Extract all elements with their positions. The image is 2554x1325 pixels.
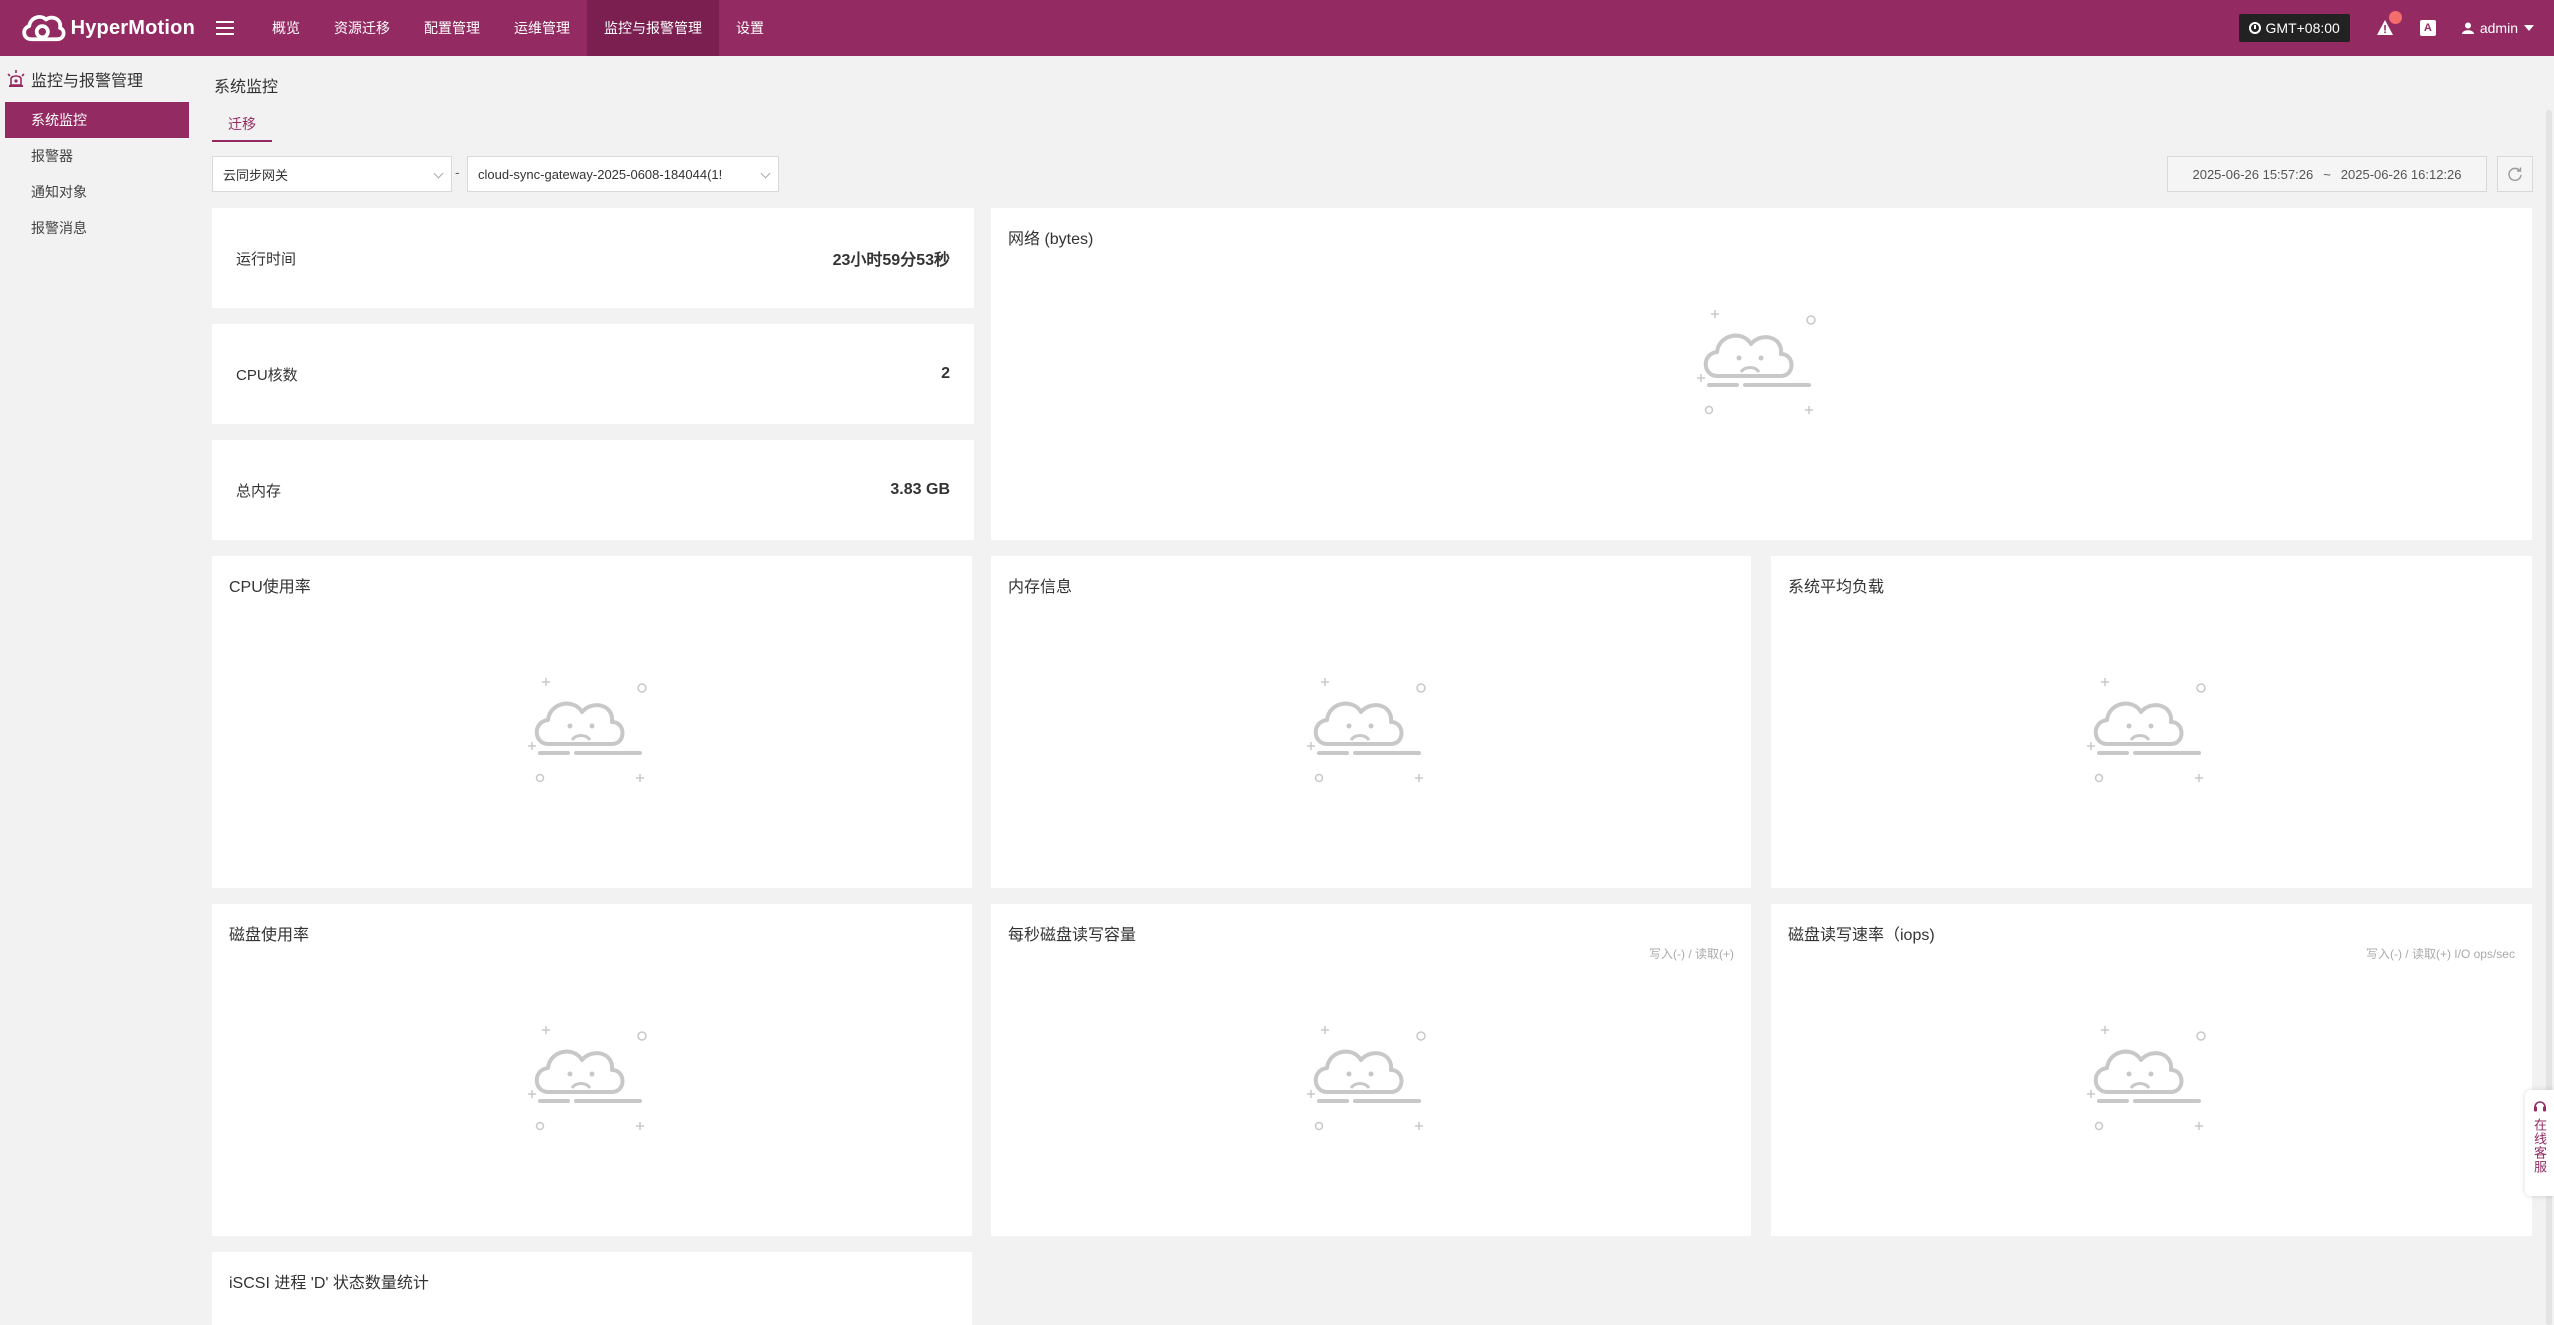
- sidebar: 监控与报警管理 系统监控 报警器 通知对象 报警消息: [0, 56, 196, 1325]
- stat-label: CPU核数: [236, 366, 298, 384]
- no-data-cloud-icon: [2085, 1024, 2207, 1132]
- refresh-button[interactable]: [2497, 156, 2533, 192]
- date-range-picker[interactable]: 2025-06-26 15:57:26 ~ 2025-06-26 16:12:2…: [2167, 156, 2487, 192]
- sidebar-item-notify-targets[interactable]: 通知对象: [5, 174, 189, 210]
- stat-card-cpu-cores: CPU核数 2: [212, 324, 974, 424]
- chart-card-cpu: CPU使用率: [212, 556, 972, 888]
- top-bar: HyperMotion 概览 资源迁移 配置管理 运维管理 监控与报警管理 设置…: [0, 0, 2554, 56]
- chevron-down-icon: [760, 168, 771, 179]
- alarm-light-icon: [7, 70, 25, 87]
- chart-title: 网络 (bytes): [1008, 231, 1094, 248]
- language-icon[interactable]: A: [2419, 20, 2436, 36]
- user-menu[interactable]: admin: [2461, 20, 2534, 36]
- nav-monitoring[interactable]: 监控与报警管理: [587, 0, 719, 56]
- date-start: 2025-06-26 15:57:26: [2192, 166, 2314, 182]
- chart-card-disk-rw: 每秒磁盘读写容量 写入(-) / 读取(+): [991, 904, 1751, 1236]
- tab-migration[interactable]: 迁移: [212, 108, 272, 142]
- chart-card-network: 网络 (bytes): [991, 208, 2532, 540]
- app-name: HyperMotion: [70, 16, 195, 39]
- main-nav: 概览 资源迁移 配置管理 运维管理 监控与报警管理 设置: [255, 0, 781, 56]
- chart-card-load: 系统平均负载: [1771, 556, 2532, 888]
- user-icon: [2461, 22, 2474, 34]
- sidebar-item-system-monitor[interactable]: 系统监控: [5, 102, 189, 138]
- date-range-separator: ~: [2323, 166, 2331, 182]
- nav-overview[interactable]: 概览: [255, 0, 317, 56]
- no-data-cloud-icon: [1695, 308, 1817, 416]
- stat-value: 3.83 GB: [890, 481, 950, 498]
- no-data-cloud-icon: [526, 1024, 648, 1132]
- instance-select-value: cloud-sync-gateway-2025-0608-184044(1!: [478, 166, 723, 182]
- logo[interactable]: HyperMotion: [0, 8, 195, 48]
- menu-toggle-icon[interactable]: [195, 27, 255, 29]
- timezone-badge[interactable]: GMT+08:00: [2238, 14, 2350, 42]
- chart-legend: 写入(-) / 读取(+): [1649, 947, 1734, 961]
- type-select-value: 云同步网关: [223, 167, 289, 183]
- chart-title: 每秒磁盘读写容量: [1008, 927, 1137, 944]
- stat-label: 运行时间: [236, 250, 297, 268]
- chart-legend: 写入(-) / 读取(+) I/O ops/sec: [2365, 947, 2515, 961]
- sidebar-item-alarms[interactable]: 报警器: [5, 138, 189, 174]
- chevron-down-icon: [433, 168, 444, 179]
- stat-label: 总内存: [236, 482, 282, 500]
- chart-card-disk-iops: 磁盘读写速率（iops) 写入(-) / 读取(+) I/O ops/sec: [1771, 904, 2532, 1236]
- timezone-label: GMT+08:00: [2265, 20, 2340, 36]
- chart-card-disk-usage: 磁盘使用率: [212, 904, 972, 1236]
- main-content: 系统监控 迁移 云同步网关 - cloud-sync-gateway-2025-…: [212, 56, 2533, 1325]
- chart-title: iSCSI 进程 'D' 状态数量统计: [229, 1275, 429, 1292]
- alert-icon[interactable]: [2376, 11, 2402, 37]
- no-data-cloud-icon: [1305, 676, 1427, 784]
- stat-card-uptime: 运行时间 23小时59分53秒: [212, 208, 974, 308]
- chart-title: 磁盘读写速率（iops): [1788, 927, 1935, 944]
- no-data-cloud-icon: [526, 676, 648, 784]
- no-data-cloud-icon: [1305, 1024, 1427, 1132]
- sidebar-title: 监控与报警管理: [31, 73, 144, 90]
- sidebar-item-alarm-messages[interactable]: 报警消息: [5, 210, 189, 246]
- stat-card-total-memory: 总内存 3.83 GB: [212, 440, 974, 540]
- date-end: 2025-06-26 16:12:26: [2340, 166, 2462, 182]
- nav-migration[interactable]: 资源迁移: [317, 0, 407, 56]
- chart-card-iscsi: iSCSI 进程 'D' 状态数量统计: [212, 1252, 972, 1325]
- filter-row: 云同步网关 - cloud-sync-gateway-2025-0608-184…: [212, 156, 2533, 192]
- nav-ops[interactable]: 运维管理: [497, 0, 587, 56]
- headset-icon: [2533, 1101, 2546, 1112]
- no-data-cloud-icon: [2085, 676, 2207, 784]
- online-service-label: 在线客服: [2532, 1118, 2547, 1174]
- nav-config[interactable]: 配置管理: [407, 0, 497, 56]
- clock-icon: [2248, 22, 2261, 34]
- stat-value: 2: [941, 365, 950, 382]
- logo-icon: [22, 15, 66, 42]
- tab-bar: 迁移: [212, 108, 2532, 142]
- chart-title: CPU使用率: [229, 579, 311, 596]
- chart-card-memory: 内存信息: [991, 556, 1751, 888]
- nav-settings[interactable]: 设置: [719, 0, 781, 56]
- online-service-button[interactable]: 在线客服: [2525, 1090, 2554, 1196]
- sidebar-header: 监控与报警管理: [0, 56, 196, 102]
- user-name: admin: [2479, 20, 2518, 36]
- chart-title: 内存信息: [1008, 579, 1073, 596]
- alert-count-badge: [2388, 11, 2402, 24]
- filter-separator: -: [455, 164, 460, 180]
- chart-title: 系统平均负载: [1788, 579, 1885, 596]
- page-title: 系统监控: [214, 79, 279, 96]
- chevron-down-icon: [2524, 25, 2534, 31]
- chart-title: 磁盘使用率: [229, 927, 310, 944]
- type-select[interactable]: 云同步网关: [212, 156, 452, 192]
- refresh-icon: [2508, 167, 2522, 181]
- stat-value: 23小时59分53秒: [832, 252, 950, 269]
- instance-select[interactable]: cloud-sync-gateway-2025-0608-184044(1!: [467, 156, 779, 192]
